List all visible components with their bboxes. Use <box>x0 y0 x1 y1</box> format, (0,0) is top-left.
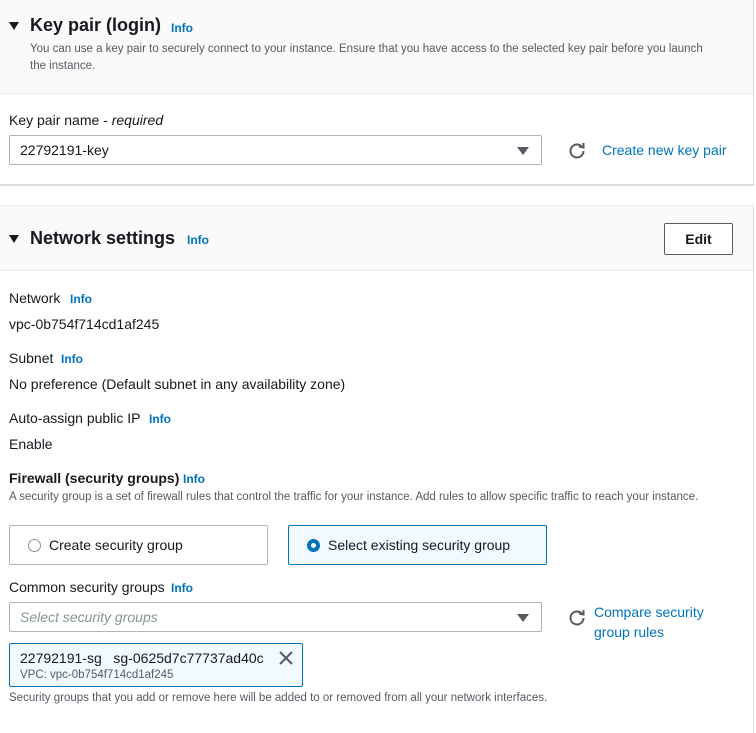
select-existing-security-group-label: Select existing security group <box>328 537 511 553</box>
security-group-name-text: 22792191-sg <box>20 650 102 666</box>
close-icon[interactable] <box>278 650 294 666</box>
network-label: Network <box>9 290 61 306</box>
select-existing-security-group-option[interactable]: Select existing security group <box>288 525 547 565</box>
create-security-group-option[interactable]: Create security group <box>9 525 268 565</box>
edit-button[interactable]: Edit <box>664 223 733 255</box>
firewall-description: A security group is a set of firewall ru… <box>9 491 699 503</box>
refresh-icon[interactable] <box>568 608 586 626</box>
key-pair-name-label-text: Key pair name <box>9 112 100 128</box>
security-group-name: 22792191-sg sg-0625d7c77737ad40c <box>20 650 264 666</box>
subnet-label: Subnet <box>9 350 54 366</box>
radio-icon[interactable] <box>28 539 41 552</box>
caret-down-icon[interactable] <box>9 235 19 243</box>
refresh-icon[interactable] <box>568 141 586 159</box>
key-pair-panel: Key pair (login) Info You can use a key … <box>0 0 754 186</box>
subnet-info-link[interactable]: Info <box>61 352 83 366</box>
required-text: required <box>111 112 164 128</box>
selected-security-group-token: 22792191-sg sg-0625d7c77737ad40c VPC: vp… <box>9 643 303 687</box>
firewall-info-link[interactable]: Info <box>183 472 205 486</box>
public-ip-value: Enable <box>9 436 53 452</box>
security-group-id: sg-0625d7c77737ad40c <box>113 650 264 666</box>
key-pair-select[interactable]: 22792191-key <box>9 135 542 165</box>
security-groups-select[interactable]: Select security groups <box>9 602 542 632</box>
dropdown-arrow-icon <box>517 147 529 155</box>
common-security-groups-info-link[interactable]: Info <box>171 581 193 595</box>
key-pair-description: You can use a key pair to securely conne… <box>30 43 703 72</box>
radio-icon[interactable] <box>307 539 320 552</box>
key-pair-title: Key pair (login) <box>30 15 162 35</box>
dropdown-arrow-icon <box>517 614 529 622</box>
network-settings-title: Network settings <box>30 228 176 248</box>
network-value: vpc-0b754f714cd1af245 <box>9 316 160 332</box>
security-group-vpc: VPC: vpc-0b754f714cd1af245 <box>20 669 174 681</box>
key-pair-header: Key pair (login) Info You can use a key … <box>0 0 753 94</box>
public-ip-info-link[interactable]: Info <box>149 412 171 426</box>
public-ip-label: Auto-assign public IP <box>9 410 141 426</box>
security-groups-footer-note: Security groups that you add or remove h… <box>9 692 548 704</box>
compare-security-group-rules-link[interactable]: Compare security group rules <box>594 602 714 642</box>
firewall-label: Firewall (security groups) <box>9 470 180 486</box>
create-key-pair-link[interactable]: Create new key pair <box>602 140 727 160</box>
subnet-value: No preference (Default subnet in any ava… <box>9 376 346 392</box>
key-pair-info-link[interactable]: Info <box>171 21 193 35</box>
key-pair-name-label: Key pair name - required <box>9 112 164 128</box>
create-security-group-label: Create security group <box>49 537 183 553</box>
caret-down-icon[interactable] <box>9 22 19 30</box>
security-groups-placeholder: Select security groups <box>20 609 158 625</box>
network-info-link[interactable]: Info <box>70 292 92 306</box>
network-settings-info-link[interactable]: Info <box>187 233 209 247</box>
common-security-groups-label: Common security groups <box>9 579 165 595</box>
key-pair-selected-value: 22792191-key <box>20 142 109 158</box>
network-settings-header: Network settings Info Edit <box>0 206 753 271</box>
